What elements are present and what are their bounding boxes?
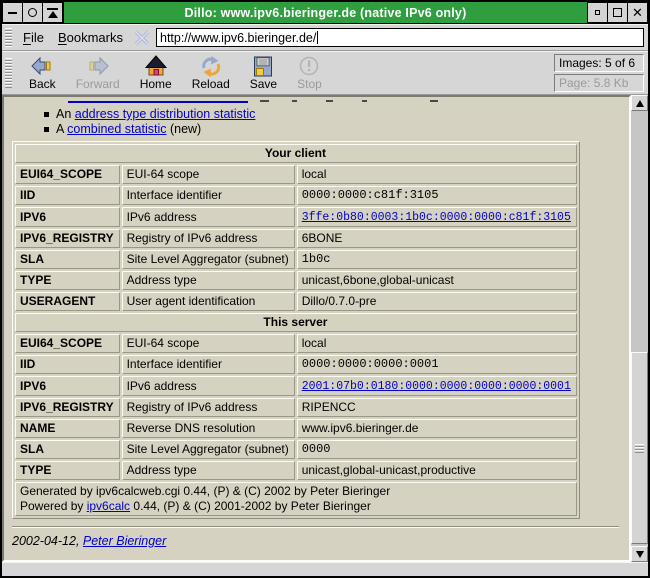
shade-icon — [47, 7, 58, 18]
table-footer-row: Generated by ipv6calcweb.cgi 0.44, (P) &… — [15, 482, 577, 516]
forward-icon — [89, 56, 109, 76]
scrollbar-trough[interactable] — [631, 111, 648, 546]
signature-line: 2002-04-12, Peter Bieringer — [12, 534, 167, 548]
table-row: TYPE Address type unicast,global-unicast… — [15, 461, 577, 480]
square-icon — [613, 8, 622, 17]
table-row: USERAGENT User agent identification Dill… — [15, 292, 577, 311]
table-row: SLA Site Level Aggregator (subnet) 1b0c — [15, 250, 577, 269]
reload-icon — [201, 56, 220, 77]
table-row: IPV6_REGISTRY Registry of IPv6 address 6… — [15, 229, 577, 248]
table-row: SLA Site Level Aggregator (subnet) 0000 — [15, 440, 577, 459]
scroll-down-button[interactable] — [631, 546, 648, 562]
back-icon — [31, 56, 51, 76]
menubar-grip-handle[interactable] — [5, 28, 12, 47]
status-bar — [2, 562, 648, 576]
statistics-list: An address type distribution statistic A… — [10, 107, 629, 137]
window-shade-button[interactable] — [42, 2, 63, 23]
address-type-statistic-link[interactable]: address type distribution statistic — [75, 107, 256, 121]
home-button[interactable]: Home — [133, 54, 179, 92]
save-button[interactable]: Save — [243, 54, 284, 92]
toolbar-grip-handle[interactable] — [5, 58, 12, 88]
scroll-up-button[interactable] — [631, 95, 648, 111]
combined-statistic-link[interactable]: combined statistic — [67, 122, 166, 136]
forward-button[interactable]: Forward — [69, 54, 127, 92]
toolbar-status-boxes: Images: 5 of 6 Page: 5.8 Kb — [554, 54, 644, 92]
browser-window: Dillo: www.ipv6.bieringer.de (native IPv… — [0, 0, 650, 578]
back-button[interactable]: Back — [22, 54, 63, 92]
table-row: IPV6 IPv6 address 3ffe:0b80:0003:1b0c:00… — [15, 207, 577, 227]
table-row: TYPE Address type unicast,6bone,global-u… — [15, 271, 577, 290]
menu-file[interactable]: File — [16, 28, 51, 47]
client-ipv6-address-link[interactable]: 3ffe:0b80:0003:1b0c:0000:0000:c81f:3105 — [302, 211, 571, 224]
busy-indicator-icon — [134, 30, 150, 45]
impressum-line: (Impressum) — [12, 561, 629, 562]
close-icon: ✕ — [632, 5, 643, 20]
server-ipv6-address-link[interactable]: 2001:07b0:0180:0000:0000:0000:0000:0001 — [302, 380, 571, 393]
table-row: IPV6 IPv6 address 2001:07b0:0180:0000:00… — [15, 376, 577, 396]
impressum-link[interactable]: Impressum — [16, 561, 78, 562]
server-section-header: This server — [15, 313, 577, 332]
horizontal-rule — [12, 526, 619, 528]
save-icon — [254, 56, 273, 77]
page-size-status: Page: 5.8 Kb — [554, 74, 644, 92]
arrow-down-icon — [635, 550, 644, 558]
images-status: Images: 5 of 6 — [554, 54, 644, 72]
minus-icon — [8, 11, 17, 14]
home-icon — [144, 55, 167, 76]
table-row: IPV6_REGISTRY Registry of IPv6 address R… — [15, 398, 577, 417]
powered-by-line: Powered by ipv6calc 0.44, (P) & (C) 2001… — [20, 499, 371, 513]
reload-button[interactable]: Reload — [185, 54, 237, 92]
scrollbar-thumb-grip — [635, 444, 644, 454]
url-text: http://www.ipv6.bieringer.de/ — [160, 30, 317, 45]
page-viewport: An address type distribution statistic A… — [2, 95, 631, 562]
ipv6calc-table: Your client EUI64_SCOPE EUI-64 scope loc… — [12, 141, 580, 519]
arrow-up-icon — [635, 99, 644, 107]
maximize-button[interactable] — [607, 2, 628, 23]
clipped-link-underline — [68, 101, 248, 103]
text-caret — [317, 31, 319, 44]
minimize-button[interactable] — [587, 2, 608, 23]
list-item: A combined statistic (new) — [44, 122, 629, 137]
circle-icon — [28, 8, 37, 17]
client-section-header: Your client — [15, 144, 577, 163]
table-row: EUI64_SCOPE EUI-64 scope local — [15, 165, 577, 184]
window-minus-button[interactable] — [2, 2, 23, 23]
menu-bar: File Bookmarks http://www.ipv6.bieringer… — [2, 24, 648, 51]
small-square-icon — [595, 10, 600, 15]
clipped-list-item — [10, 97, 629, 104]
scrollbar-thumb[interactable] — [631, 352, 648, 544]
tool-bar: Back Forward Home Reload Save Stop Image… — [2, 51, 648, 95]
table-row: IID Interface identifier 0000:0000:c81f:… — [15, 186, 577, 205]
stop-button[interactable]: Stop — [290, 54, 329, 92]
table-row: NAME Reverse DNS resolution www.ipv6.bie… — [15, 419, 577, 438]
title-bar: Dillo: www.ipv6.bieringer.de (native IPv… — [2, 2, 648, 24]
list-item: An address type distribution statistic — [44, 107, 629, 122]
menu-bookmarks[interactable]: Bookmarks — [51, 28, 130, 47]
stop-icon — [300, 56, 319, 76]
ipv6calc-link[interactable]: ipv6calc — [87, 499, 130, 513]
window-menu-button[interactable] — [22, 2, 43, 23]
window-title: Dillo: www.ipv6.bieringer.de (native IPv… — [63, 2, 588, 23]
main-area: An address type distribution statistic A… — [2, 95, 648, 562]
url-input[interactable]: http://www.ipv6.bieringer.de/ — [156, 28, 644, 47]
vertical-scrollbar — [631, 95, 648, 562]
generated-by-line: Generated by ipv6calcweb.cgi 0.44, (P) &… — [20, 484, 391, 498]
table-row: EUI64_SCOPE EUI-64 scope local — [15, 334, 577, 353]
table-row: IID Interface identifier 0000:0000:0000:… — [15, 355, 577, 374]
close-button[interactable]: ✕ — [627, 2, 648, 23]
author-link[interactable]: Peter Bieringer — [83, 534, 166, 548]
